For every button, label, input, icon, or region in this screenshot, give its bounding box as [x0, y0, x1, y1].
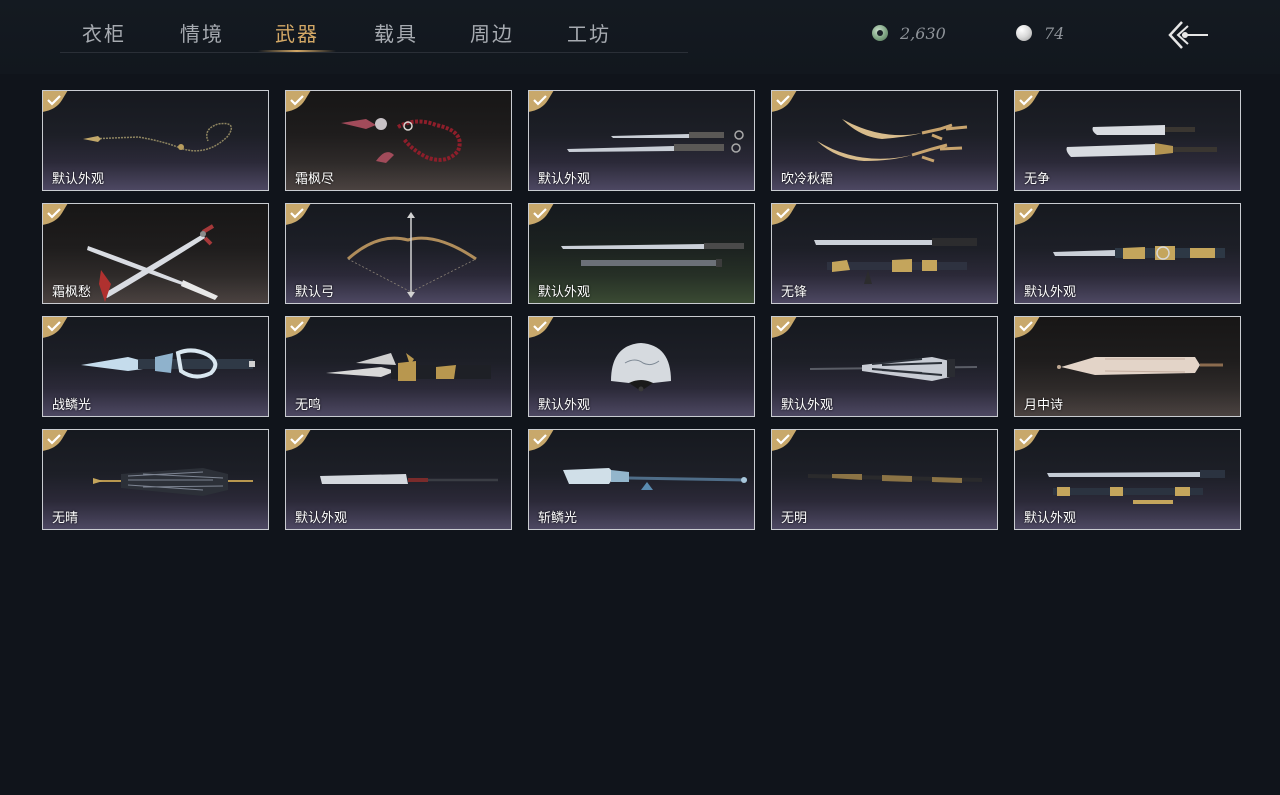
weapon-grid: 默认外观 霜枫尽 默认外观 吹冷秋霜 无争 霜枫愁 默认弓 默认外观 无锋 默认… [42, 90, 1244, 532]
owned-check-icon [772, 204, 797, 225]
owned-check-icon [43, 430, 68, 451]
owned-check-icon [43, 317, 68, 338]
weapon-label: 无晴 [52, 511, 79, 526]
top-bar: 衣柜 情境 武器 载具 周边 工坊 2,630 74 [0, 0, 1280, 74]
weapon-card[interactable]: 霜枫愁 [42, 203, 269, 304]
weapon-label: 默认外观 [538, 398, 591, 413]
active-tab-indicator [258, 50, 336, 52]
weapon-label: 无鸣 [295, 398, 322, 413]
weapon-card[interactable]: 霜枫尽 [285, 90, 512, 191]
weapon-card[interactable]: 默认外观 [42, 90, 269, 191]
weapon-card[interactable]: 无明 [771, 429, 998, 530]
weapon-label: 默认外观 [52, 172, 105, 187]
weapon-label: 默认弓 [295, 285, 335, 300]
owned-check-icon [1015, 204, 1040, 225]
tab-weapons[interactable]: 武器 [275, 18, 319, 47]
weapon-card[interactable]: 默认外观 [285, 429, 512, 530]
category-tabs: 衣柜 情境 武器 载具 周边 工坊 [60, 0, 688, 53]
jade-coin-icon [872, 25, 888, 41]
weapon-label: 默认外观 [295, 511, 348, 526]
weapon-card[interactable]: 无锋 [771, 203, 998, 304]
weapon-label: 默认外观 [538, 172, 591, 187]
weapon-label: 月中诗 [1024, 398, 1064, 413]
owned-check-icon [529, 91, 554, 112]
tab-vehicles[interactable]: 载具 [374, 18, 418, 47]
owned-check-icon [772, 91, 797, 112]
weapon-label: 默认外观 [1024, 511, 1077, 526]
pearl-icon [1016, 25, 1032, 41]
weapon-card[interactable]: 默认外观 [528, 203, 755, 304]
owned-check-icon [1015, 430, 1040, 451]
owned-check-icon [286, 204, 311, 225]
weapon-label: 无锋 [781, 285, 808, 300]
weapon-label: 霜枫尽 [295, 172, 335, 187]
back-arrow-icon [1168, 21, 1208, 49]
weapon-label: 默认外观 [1024, 285, 1077, 300]
weapon-label: 战鳞光 [52, 398, 92, 413]
weapon-label: 默认外观 [538, 285, 591, 300]
tab-workshop[interactable]: 工坊 [567, 18, 611, 47]
pearl-currency-value: 74 [1044, 23, 1065, 43]
weapon-label: 无争 [1024, 172, 1051, 187]
jade-currency: 2,630 [872, 22, 946, 44]
weapon-card[interactable]: 无鸣 [285, 316, 512, 417]
owned-check-icon [772, 430, 797, 451]
owned-check-icon [286, 430, 311, 451]
weapon-card[interactable]: 默认弓 [285, 203, 512, 304]
tab-scene[interactable]: 情境 [180, 18, 224, 47]
owned-check-icon [529, 317, 554, 338]
owned-check-icon [43, 204, 68, 225]
weapon-card[interactable]: 默认外观 [771, 316, 998, 417]
jade-currency-value: 2,630 [900, 23, 946, 43]
weapon-card[interactable]: 无晴 [42, 429, 269, 530]
weapon-label: 霜枫愁 [52, 285, 92, 300]
pearl-currency: 74 [1016, 22, 1064, 44]
tab-wardrobe[interactable]: 衣柜 [82, 18, 126, 47]
owned-check-icon [1015, 91, 1040, 112]
tab-peripherals[interactable]: 周边 [470, 18, 514, 47]
owned-check-icon [43, 91, 68, 112]
owned-check-icon [529, 204, 554, 225]
owned-check-icon [286, 91, 311, 112]
back-button[interactable] [1166, 18, 1210, 52]
weapon-card[interactable]: 无争 [1014, 90, 1241, 191]
weapon-label: 默认外观 [781, 398, 834, 413]
weapon-card[interactable]: 默认外观 [1014, 203, 1241, 304]
weapon-card[interactable]: 战鳞光 [42, 316, 269, 417]
owned-check-icon [772, 317, 797, 338]
weapon-card[interactable]: 吹冷秋霜 [771, 90, 998, 191]
owned-check-icon [1015, 317, 1040, 338]
weapon-card[interactable]: 默认外观 [1014, 429, 1241, 530]
weapon-card[interactable]: 月中诗 [1014, 316, 1241, 417]
owned-check-icon [286, 317, 311, 338]
weapon-card[interactable]: 默认外观 [528, 316, 755, 417]
weapon-card[interactable]: 斩鳞光 [528, 429, 755, 530]
weapon-label: 吹冷秋霜 [781, 172, 834, 187]
weapon-label: 斩鳞光 [538, 511, 578, 526]
weapon-label: 无明 [781, 511, 808, 526]
weapon-card[interactable]: 默认外观 [528, 90, 755, 191]
owned-check-icon [529, 430, 554, 451]
